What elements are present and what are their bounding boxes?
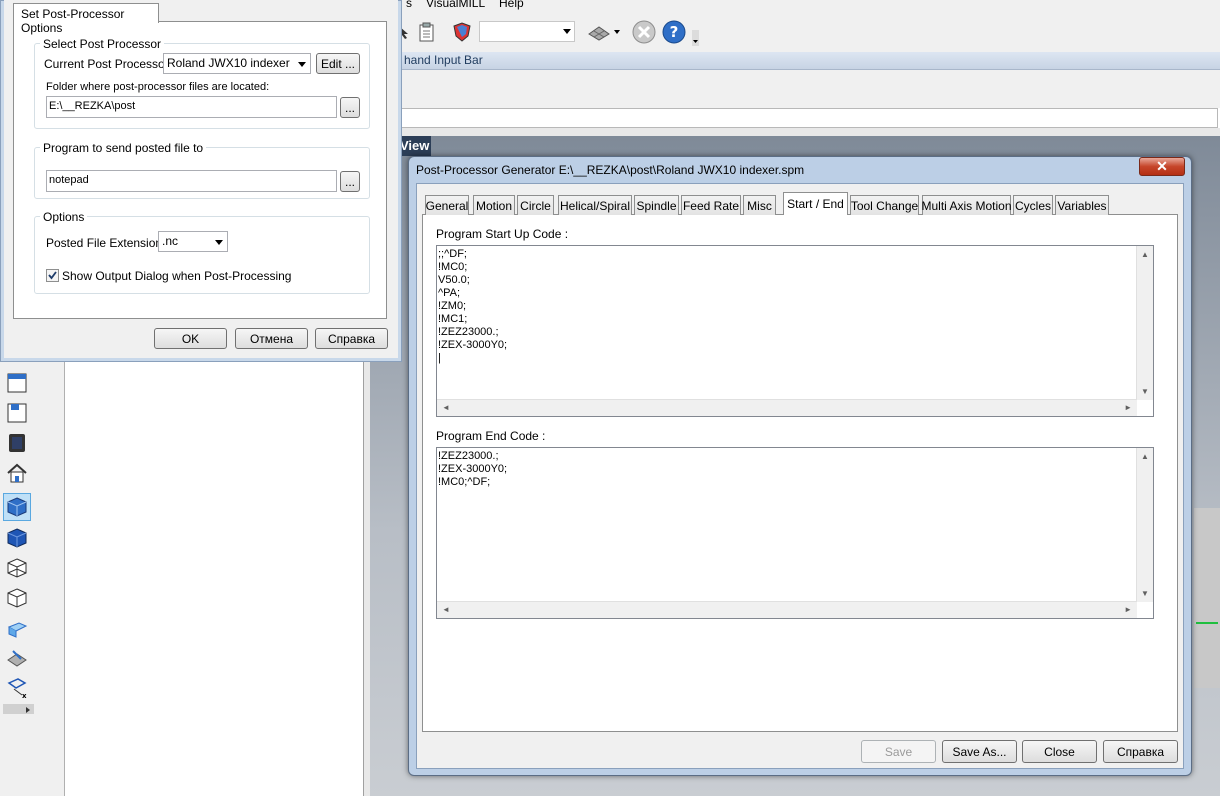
scroll-left-icon[interactable]: ◄ <box>442 403 450 412</box>
scroll-up-icon[interactable]: ▲ <box>1141 452 1149 461</box>
start-code-hscrollbar[interactable]: ◄ ► <box>437 399 1137 416</box>
scroll-right-icon[interactable]: ► <box>1124 403 1132 412</box>
tab-feed-rate[interactable]: Feed Rate <box>681 195 741 215</box>
program-browse-button[interactable]: ... <box>340 171 360 192</box>
browser-panel <box>65 360 364 796</box>
tab-helical-spiral[interactable]: Helical/Spiral <box>558 195 632 215</box>
select-pp-group-title: Select Post Processor <box>40 37 165 51</box>
viewport-title: View <box>397 136 431 156</box>
current-pp-select[interactable]: Roland JWX10 indexer <box>163 53 311 74</box>
view-side-icon[interactable] <box>5 431 29 455</box>
notes-icon[interactable] <box>414 19 440 45</box>
start-code-vscrollbar[interactable]: ▲ ▼ <box>1136 246 1153 400</box>
tab-misc[interactable]: Misc <box>743 195 776 215</box>
menu-item-help[interactable]: Help <box>499 0 524 10</box>
end-code-hscrollbar[interactable]: ◄ ► <box>437 601 1137 618</box>
stop-icon[interactable] <box>631 19 657 45</box>
command-area <box>400 70 1220 108</box>
chevron-down-icon[interactable] <box>614 30 620 34</box>
program-group-title: Program to send posted file to <box>40 141 207 155</box>
tab-general[interactable]: General <box>425 195 469 215</box>
ppg-help-button[interactable]: Справка <box>1103 740 1178 763</box>
scroll-down-icon[interactable]: ▼ <box>1141 589 1149 598</box>
end-code-textarea[interactable]: !ZEZ23000.; !ZEX-3000Y0; !MC0;^DF; ▲ ▼ ◄… <box>436 447 1154 619</box>
expand-arrow-icon[interactable] <box>3 704 34 714</box>
toolbar-combo[interactable] <box>479 21 575 42</box>
tab-label: Set Post-Processor Options <box>21 7 125 35</box>
viewport-title-text: View <box>400 138 430 153</box>
extension-label: Posted File Extension: <box>46 236 166 250</box>
iso-view-icon[interactable] <box>3 493 31 521</box>
close-icon[interactable]: ✕ <box>1139 157 1185 176</box>
tab-set-post-processor-options[interactable]: Set Post-Processor Options <box>13 3 159 35</box>
wireframe-view-icon[interactable] <box>5 556 29 580</box>
scroll-down-icon[interactable]: ▼ <box>1141 387 1149 396</box>
help-button[interactable]: Справка <box>315 328 388 349</box>
extension-select[interactable]: .nc <box>158 231 228 252</box>
extension-value: .nc <box>162 234 179 248</box>
view-top-icon[interactable] <box>5 371 29 395</box>
tab-circle[interactable]: Circle <box>517 195 554 215</box>
scroll-left-icon[interactable]: ◄ <box>442 605 450 614</box>
stock-view-icon[interactable] <box>5 616 29 640</box>
surface-tool-icon[interactable] <box>586 19 612 45</box>
toolbar-overflow-icon[interactable] <box>692 30 699 46</box>
start-code-textarea[interactable]: ;;^DF; !MC0; V50.0; ^PA; !ZM0; !MC1; !ZE… <box>436 245 1154 417</box>
toolpath-view-icon[interactable] <box>5 646 29 670</box>
end-code-vscrollbar[interactable]: ▲ ▼ <box>1136 448 1153 602</box>
tab-start-end[interactable]: Start / End <box>783 192 848 215</box>
ppg-dialog-title: Post-Processor Generator E:\__REZKA\post… <box>416 163 805 177</box>
help-icon[interactable]: ? <box>661 19 687 45</box>
menu-item-visualmill[interactable]: VisualMILL <box>426 0 485 10</box>
hidden-line-view-icon[interactable] <box>5 586 29 610</box>
current-pp-label: Current Post Processor: <box>44 57 173 71</box>
options-group-title: Options <box>40 210 88 224</box>
current-pp-value: Roland JWX10 indexer <box>167 56 290 70</box>
model-geometry <box>1194 508 1220 688</box>
end-code-text: !ZEZ23000.; !ZEX-3000Y0; !MC0;^DF; <box>438 450 508 488</box>
tab-multi-axis-motion[interactable]: Multi Axis Motion <box>921 195 1012 215</box>
show-output-label: Show Output Dialog when Post-Processing <box>62 269 292 283</box>
folder-field[interactable]: E:\__REZKA\post <box>46 96 337 118</box>
ok-button[interactable]: OK <box>154 328 227 349</box>
edit-button[interactable]: Edit ... <box>316 53 360 74</box>
tab-motion[interactable]: Motion <box>473 195 515 215</box>
home-view-icon[interactable] <box>5 461 29 485</box>
save-button[interactable]: Save <box>861 740 936 763</box>
command-bar-title-text: hand Input Bar <box>404 53 483 67</box>
svg-text:?: ? <box>670 23 679 41</box>
tab-cycles[interactable]: Cycles <box>1013 195 1053 215</box>
end-code-label: Program End Code : <box>436 429 546 443</box>
axis-marker-icon <box>1196 614 1218 624</box>
start-code-text: ;;^DF; !MC0; V50.0; ^PA; !ZM0; !MC1; !ZE… <box>438 248 508 364</box>
folder-label: Folder where post-processor files are lo… <box>46 81 270 93</box>
start-code-label: Program Start Up Code : <box>436 227 569 241</box>
close-button[interactable]: Close <box>1022 740 1097 763</box>
menu-bar: s VisualMILL Help <box>400 0 1220 12</box>
command-input[interactable] <box>400 108 1218 128</box>
scroll-right-icon[interactable]: ► <box>1124 605 1132 614</box>
cancel-button[interactable]: Отмена <box>235 328 308 349</box>
show-output-checkbox[interactable] <box>46 269 59 282</box>
tab-tool-change[interactable]: Tool Change <box>850 195 919 215</box>
menu-item-partial[interactable]: s <box>406 0 412 10</box>
program-field[interactable]: notepad <box>46 170 337 192</box>
tab-spindle[interactable]: Spindle <box>634 195 679 215</box>
checkmark-icon <box>48 271 57 280</box>
command-bar-title: hand Input Bar <box>400 52 1220 70</box>
view-bottom-icon[interactable] <box>5 401 29 425</box>
save-as-button[interactable]: Save As... <box>942 740 1017 763</box>
tab-variables[interactable]: Variables <box>1055 195 1109 215</box>
folder-browse-button[interactable]: ... <box>340 97 360 118</box>
simulation-view-icon[interactable]: x <box>5 676 29 700</box>
svg-text:x: x <box>22 692 27 699</box>
shaded-view-icon[interactable] <box>5 526 29 550</box>
shield-icon[interactable] <box>449 19 475 45</box>
scroll-up-icon[interactable]: ▲ <box>1141 250 1149 259</box>
